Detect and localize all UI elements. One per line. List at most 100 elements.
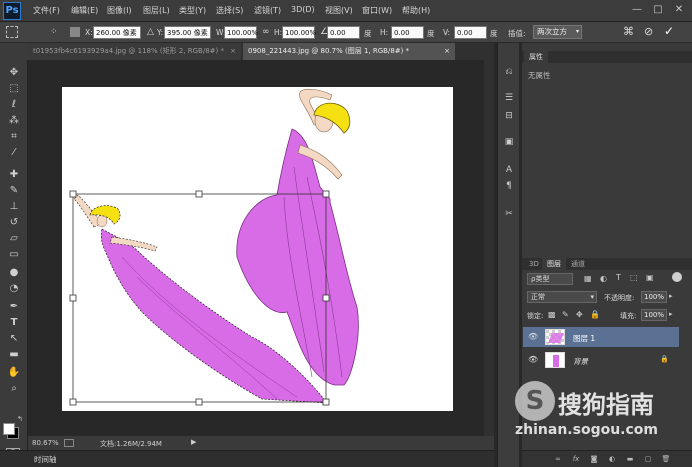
fill-arrow-icon[interactable]: ▸ <box>669 310 673 318</box>
blur-tool-icon[interactable]: ● <box>6 266 22 280</box>
filter-shape-icon[interactable]: ⬚ <box>630 273 638 282</box>
transform-tool-icon[interactable] <box>6 26 18 38</box>
magic-wand-tool-icon[interactable]: ⁂ <box>6 114 22 128</box>
eye-icon[interactable]: 👁 <box>528 355 538 365</box>
eye-icon[interactable]: 👁 <box>528 332 538 342</box>
adjustment-layer-icon[interactable]: ◐ <box>607 455 617 464</box>
path-selection-tool-icon[interactable]: ↖ <box>6 332 22 346</box>
adjustments-panel-icon[interactable]: ☰ <box>502 91 516 105</box>
menu-image[interactable]: 图像(I) <box>107 5 132 16</box>
dodge-tool-icon[interactable]: ◔ <box>6 282 22 296</box>
layer-row[interactable]: 👁 背景 🔒 <box>523 350 679 370</box>
vertical-skew-input[interactable]: 0.00 <box>454 26 487 39</box>
properties-panel-icon[interactable]: ⊟ <box>502 109 516 123</box>
type-tool-icon[interactable]: T <box>6 316 22 330</box>
filter-adjustment-icon[interactable]: ◐ <box>600 274 607 283</box>
lock-transparent-icon[interactable]: ▩ <box>548 310 556 319</box>
healing-brush-tool-icon[interactable]: ✚ <box>6 168 22 182</box>
filter-toggle-icon[interactable] <box>672 272 682 282</box>
commit-transform-icon[interactable]: ✓ <box>664 24 674 38</box>
filter-pixel-icon[interactable]: ▦ <box>584 274 592 283</box>
timeline-label[interactable]: 时间轴 <box>34 454 57 465</box>
menu-3d[interactable]: 3D(D) <box>291 5 315 14</box>
hand-tool-icon[interactable]: ✋ <box>6 366 22 380</box>
lock-image-icon[interactable]: ✎ <box>562 310 569 319</box>
y-position-input[interactable]: 395.00 像素 <box>164 26 211 39</box>
tool-presets-icon[interactable]: ✂ <box>502 207 516 221</box>
menu-view[interactable]: 视图(V) <box>325 5 353 16</box>
history-panel-icon[interactable]: ⎌ <box>502 65 516 79</box>
marquee-tool-icon[interactable]: ⬚ <box>6 82 22 96</box>
warp-mode-icon[interactable]: ⌘ <box>623 25 634 38</box>
cancel-transform-icon[interactable]: ⊘ <box>644 25 653 38</box>
foreground-color-swatch[interactable] <box>3 423 15 435</box>
close-icon[interactable]: × <box>230 43 236 60</box>
lock-all-icon[interactable]: 🔒 <box>590 310 600 319</box>
history-brush-tool-icon[interactable]: ↺ <box>6 216 22 230</box>
layer-name[interactable]: 背景 <box>573 356 588 367</box>
interpolation-select[interactable]: 两次立方 ▾ <box>533 25 582 39</box>
tab-channels[interactable]: 通道 <box>566 258 590 270</box>
menu-layer[interactable]: 图层(L) <box>143 5 170 16</box>
zoom-tool-icon[interactable]: ⌕ <box>6 382 22 396</box>
reference-point-icon[interactable]: ⁘ <box>50 26 62 38</box>
link-layers-icon[interactable]: ∞ <box>553 455 563 464</box>
character-panel-icon[interactable]: A <box>502 163 516 177</box>
add-mask-icon[interactable]: ◙ <box>589 455 599 464</box>
tab-document-2[interactable]: 0908_221443.jpg @ 80.7% (图层 1, RGB/8#) *… <box>243 43 455 60</box>
link-icon[interactable]: ∞ <box>262 27 270 37</box>
brush-tool-icon[interactable]: ✎ <box>6 184 22 198</box>
tab-3d[interactable]: 3D <box>524 258 544 270</box>
layer-style-icon[interactable]: fx <box>571 455 581 464</box>
delete-layer-icon[interactable]: 🗑 <box>661 455 671 464</box>
menu-file[interactable]: 文件(F) <box>33 5 60 16</box>
lock-position-icon[interactable]: ✥ <box>576 310 583 319</box>
eyedropper-tool-icon[interactable]: ⁄ <box>6 146 22 160</box>
maximize-button[interactable]: □ <box>649 3 667 18</box>
opacity-arrow-icon[interactable]: ▸ <box>669 292 673 300</box>
x-position-input[interactable]: 260.00 像素 <box>93 26 141 39</box>
tab-document-1[interactable]: t01953fb4c6193929a4.jpg @ 118% (矩形 2, RG… <box>28 43 241 60</box>
height-input[interactable]: 100.00% <box>282 26 316 39</box>
status-info-icon[interactable] <box>64 439 74 447</box>
styles-panel-icon[interactable]: ▣ <box>502 135 516 149</box>
swap-colors-icon[interactable]: ↰ <box>17 415 23 423</box>
blend-mode-select[interactable]: 正常 ▾ <box>527 291 597 303</box>
menu-type[interactable]: 类型(Y) <box>179 5 206 16</box>
reference-toggle-icon[interactable] <box>70 27 80 37</box>
close-icon[interactable]: × <box>444 43 450 60</box>
menu-window[interactable]: 窗口(W) <box>362 5 392 16</box>
rectangle-tool-icon[interactable]: ▬ <box>6 348 22 362</box>
gradient-tool-icon[interactable]: ▭ <box>6 248 22 262</box>
close-window-button[interactable]: ✕ <box>670 3 688 18</box>
tab-layers[interactable]: 图层 <box>542 258 566 270</box>
menu-filter[interactable]: 滤镜(T) <box>254 5 281 16</box>
clone-stamp-tool-icon[interactable]: ⊥ <box>6 200 22 214</box>
eraser-tool-icon[interactable]: ▱ <box>6 232 22 246</box>
rotate-angle-input[interactable]: 0.00 <box>327 26 360 39</box>
move-tool-icon[interactable]: ✥ <box>6 66 22 80</box>
width-input[interactable]: 100.00% <box>224 26 258 39</box>
menu-edit[interactable]: 编辑(E) <box>71 5 98 16</box>
fill-input[interactable]: 100% <box>641 309 667 321</box>
minimize-button[interactable]: — <box>628 3 646 18</box>
menu-help[interactable]: 帮助(H) <box>402 5 430 16</box>
crop-tool-icon[interactable]: ⌗ <box>6 130 22 144</box>
lasso-tool-icon[interactable]: ℓ <box>6 98 22 112</box>
new-layer-icon[interactable]: ▢ <box>643 455 653 464</box>
document-canvas[interactable] <box>62 87 453 411</box>
layer-row[interactable]: 👁 图层 1 <box>523 327 679 347</box>
filter-type-icon[interactable]: T <box>616 273 621 282</box>
horizontal-skew-input[interactable]: 0.00 <box>391 26 424 39</box>
opacity-input[interactable]: 100% <box>641 291 667 303</box>
tab-properties[interactable]: 属性 <box>524 51 548 63</box>
filter-smart-object-icon[interactable]: ▣ <box>646 273 654 282</box>
pen-tool-icon[interactable]: ✒ <box>6 300 22 314</box>
relative-position-icon[interactable]: △ <box>147 27 154 37</box>
layer-filter-select[interactable]: ρ类型 <box>527 273 573 285</box>
new-group-icon[interactable]: ▬ <box>625 455 635 464</box>
menu-select[interactable]: 选择(S) <box>216 5 243 16</box>
vertical-scrollbar[interactable] <box>484 60 494 436</box>
status-menu-arrow-icon[interactable]: ▶ <box>191 438 196 446</box>
zoom-level[interactable]: 80.67% <box>32 439 59 447</box>
